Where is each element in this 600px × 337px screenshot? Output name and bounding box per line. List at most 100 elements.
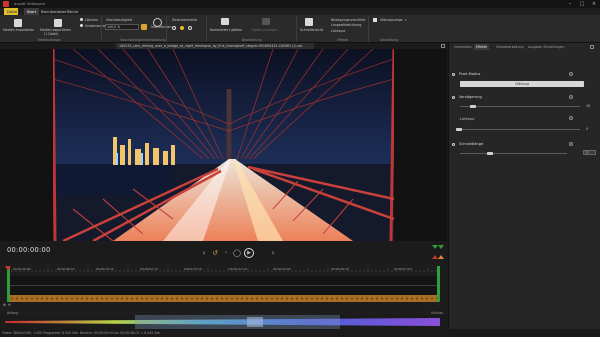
clip-notch [386,297,388,300]
clip-notch [211,297,213,300]
motion-blur-item[interactable]: Bewegungsunschärfe [331,18,365,22]
clip-notch [41,297,43,300]
quick-view-button[interactable]: Schnellansicht [300,28,323,32]
close-icon[interactable]: × [588,0,600,8]
clip-notch [311,297,313,300]
tab-video-edit[interactable]: Videobearbeitung [494,44,526,50]
help-icon[interactable]: ? [569,142,573,146]
status-display-button[interactable]: Statusanzeige [380,18,403,22]
zoom-out-icon[interactable]: ⊖ [8,303,11,307]
rename-icon[interactable] [80,24,83,27]
long-exposure-item[interactable]: Langzeitbelichtung [331,23,361,27]
clip-notch [301,297,303,300]
bright-slider[interactable] [460,129,580,131]
tab-start[interactable]: Start [24,8,40,15]
marker-out-icon[interactable] [438,245,444,249]
clip-notch [416,297,418,300]
next-icon[interactable]: › [269,249,277,257]
help-icon[interactable]: ? [569,72,573,76]
clip-notch [116,297,118,300]
playhead-start[interactable] [7,266,10,302]
clip-notch [296,297,298,300]
clip-notch [321,297,323,300]
reduction-slider-knob[interactable] [470,104,476,108]
clock-icon[interactable] [153,18,162,27]
play-icon[interactable]: ▶ [244,248,254,258]
export-media-icon[interactable] [54,19,62,27]
tab-file[interactable]: Datei [4,8,18,15]
clip-notch [66,297,68,300]
tab-information[interactable]: Information [452,44,474,50]
group-edit-label: Bearbeitung [242,37,262,42]
camera-stabilize-icon[interactable] [221,18,229,25]
clip-notch [366,297,368,300]
tick-label: 00:00:02:10 [140,267,158,271]
clip-notch [346,297,348,300]
app-icon [3,1,9,7]
bright-slider-knob[interactable] [456,127,462,131]
speed-apply-icon[interactable] [141,24,147,30]
light-trail-item[interactable]: Lichtspur [331,29,346,33]
clip-notch [411,297,413,300]
mark-circle-icon[interactable] [188,26,192,30]
mark-active-icon[interactable] [180,26,184,30]
video-frame [53,49,394,241]
quick-view-icon[interactable] [305,18,313,26]
clip-notch [21,297,23,300]
import-media-icon[interactable] [14,19,22,27]
playhead-end[interactable] [437,266,440,302]
title-bar [0,0,600,8]
cut-length-slider-knob[interactable] [487,151,493,155]
tab-user-interface[interactable]: Benutzeroberfläche [38,8,81,15]
reduction-slider[interactable] [460,106,580,108]
clip-notch [316,297,318,300]
mark-circle-icon[interactable] [172,26,176,30]
camera-smooth-button[interactable]: Kamerafahrt glätten [210,28,242,32]
rename-button[interactable]: Umbenennen [85,24,106,28]
track-midline [9,285,440,286]
undock-icon[interactable] [590,45,594,49]
clip-notch [141,297,143,300]
delete-icon[interactable] [80,18,83,21]
clip-notch [176,297,178,300]
minimize-icon[interactable]: – [564,0,576,8]
help-icon[interactable]: ? [569,116,573,120]
tab-effects[interactable]: Effekte [474,44,489,50]
clip-notch [181,297,183,300]
previous-icon[interactable]: ‹ [200,249,208,257]
section-cut-length: Schneidlänge [459,142,484,146]
clip-notch [171,297,173,300]
zoom-in-icon[interactable]: ⊕ [3,303,6,307]
maximize-icon[interactable]: □ [576,0,588,8]
clip-notch [131,297,133,300]
track-object-icon[interactable] [262,18,270,25]
section-toggle-icon[interactable] [452,72,455,76]
clip-notch [186,297,188,300]
help-icon[interactable]: ? [569,95,573,99]
track-object-button[interactable]: Objekt verfolgen [251,28,278,32]
chevron-down-icon[interactable]: ▾ [405,18,407,22]
import-media-button[interactable]: Medien importieren [3,28,34,32]
stop-icon[interactable]: ◦ [222,249,230,257]
audio-track[interactable] [9,276,440,296]
cut-length-slider[interactable] [460,153,567,155]
smoothing-button[interactable]: Glättung [460,81,584,87]
clip-notch [71,297,73,300]
record-icon[interactable]: ◯ [233,249,241,257]
section-toggle-icon[interactable] [452,142,455,146]
skip-back-icon[interactable]: ↺ [211,249,219,257]
clip-notch [31,297,33,300]
clip-notch [341,297,343,300]
playhead-handle-icon[interactable] [5,266,11,271]
clip-notch [381,297,383,300]
marker-orange-icon[interactable] [438,255,444,259]
color-spectrum-bar[interactable] [0,315,447,329]
tick-label: 00:00:01:10 [96,267,114,271]
tab-output-settings[interactable]: Ausgabe: Einstellungen [526,44,566,50]
undock-icon[interactable] [441,44,445,48]
section-toggle-icon[interactable] [452,95,455,99]
status-display-icon[interactable] [373,18,377,22]
delete-button[interactable]: Löschen [85,18,98,22]
clip-notch [96,297,98,300]
clip-notch [401,297,403,300]
